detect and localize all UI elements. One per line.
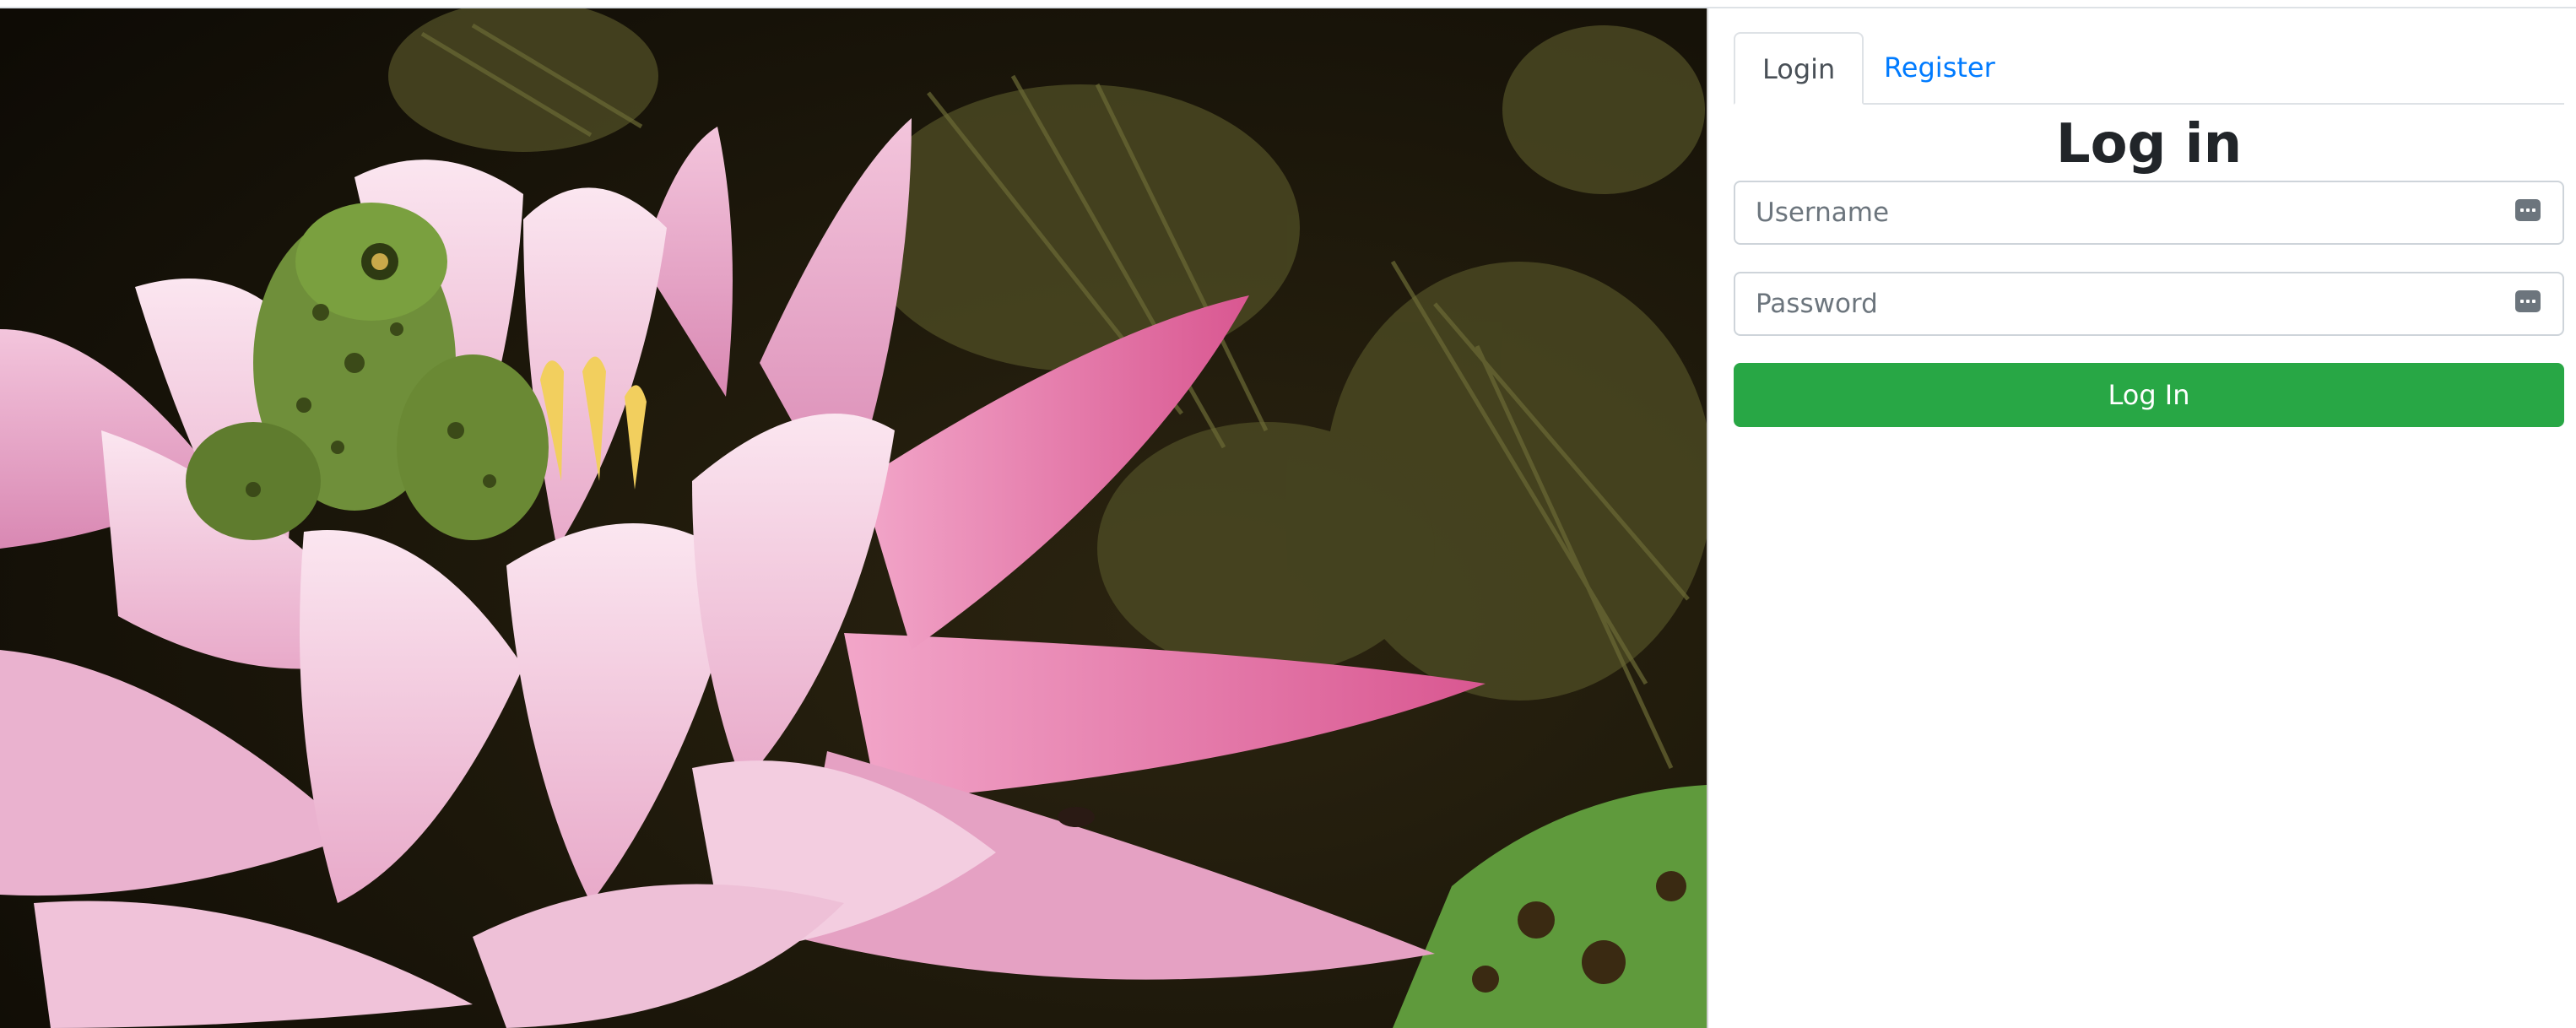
- panel-divider: [1707, 8, 1708, 1028]
- password-field-wrapper: [1734, 272, 2564, 336]
- water-lily-frog-image: [0, 8, 1707, 1028]
- username-field-wrapper: [1734, 181, 2564, 245]
- tab-register[interactable]: Register: [1857, 32, 2022, 103]
- login-button[interactable]: Log In: [1734, 363, 2564, 427]
- page-title: Log in: [2055, 113, 2243, 176]
- username-input[interactable]: [1735, 182, 2562, 243]
- auth-tabs: Login Register: [1734, 32, 2564, 105]
- hero-image: [0, 8, 1707, 1028]
- autofill-keyboard-icon[interactable]: [2515, 199, 2541, 221]
- tab-login[interactable]: Login: [1734, 32, 1864, 105]
- autofill-keyboard-icon[interactable]: [2515, 290, 2541, 312]
- auth-panel: Login Register Log in Log In: [1734, 8, 2564, 1028]
- top-bar: [0, 0, 2576, 8]
- password-input[interactable]: [1735, 273, 2562, 334]
